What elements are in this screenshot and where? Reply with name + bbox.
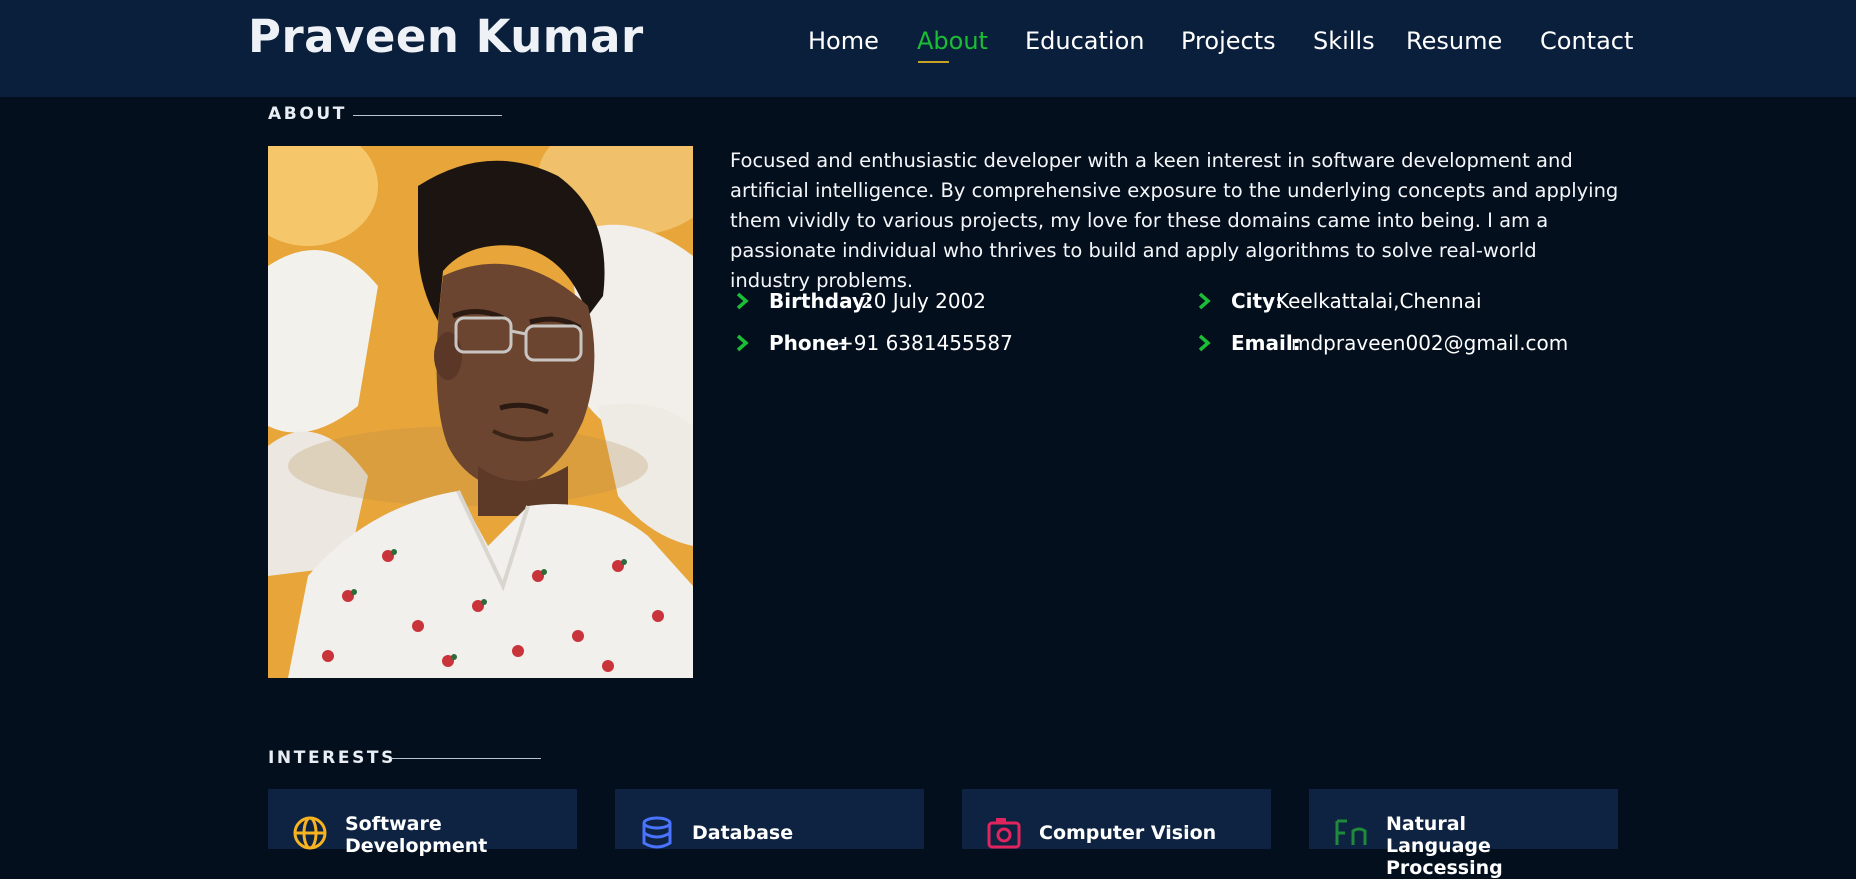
birthday-label: Birthday: xyxy=(769,289,873,313)
interest-label: Computer Vision xyxy=(1039,822,1217,844)
profile-photo xyxy=(268,146,693,678)
chevron-right-icon xyxy=(1198,292,1211,310)
top-navbar: Praveen Kumar Home About Education Proje… xyxy=(0,0,1856,97)
nav-skills[interactable]: Skills xyxy=(1313,22,1375,60)
nav-about[interactable]: About xyxy=(917,22,988,60)
interest-card-software-development[interactable]: Software Development xyxy=(268,789,577,857)
nav-projects[interactable]: Projects xyxy=(1181,22,1276,60)
globe-icon xyxy=(293,816,327,850)
camera-icon xyxy=(987,818,1021,849)
nav-education[interactable]: Education xyxy=(1025,22,1144,60)
profile-photo-illustration xyxy=(268,146,693,678)
chevron-right-icon xyxy=(1198,334,1211,352)
about-section-title: ABOUT xyxy=(268,104,347,124)
chevron-right-icon xyxy=(736,292,749,310)
email-value: mdpraveen002@gmail.com xyxy=(1291,331,1569,355)
active-nav-underline xyxy=(918,61,949,63)
interest-card-natural-language-processing[interactable]: Natural Language Processing xyxy=(1309,789,1618,879)
interests-section-title: INTERESTS xyxy=(268,748,396,768)
chevron-right-icon xyxy=(736,334,749,352)
interests-title-divider xyxy=(391,758,541,759)
phone-value: +91 6381455587 xyxy=(837,331,1013,355)
site-logo-name[interactable]: Praveen Kumar xyxy=(248,8,644,66)
database-icon xyxy=(642,816,672,849)
interest-label: Natural Language Processing xyxy=(1386,813,1503,879)
interest-card-database[interactable]: Database xyxy=(615,789,924,849)
nav-resume[interactable]: Resume xyxy=(1406,22,1502,60)
phone-label: Phone: xyxy=(769,331,848,355)
nav-contact[interactable]: Contact xyxy=(1540,22,1633,60)
nav-home[interactable]: Home xyxy=(808,22,879,60)
about-bio: Focused and enthusiastic developer with … xyxy=(730,149,1619,292)
interest-label: Software Development xyxy=(345,813,488,857)
interest-label: Database xyxy=(692,822,794,844)
english-font-icon xyxy=(1335,819,1367,845)
about-title-divider xyxy=(353,115,502,116)
city-value: Keelkattalai,Chennai xyxy=(1276,289,1482,313)
interest-card-computer-vision[interactable]: Computer Vision xyxy=(962,789,1271,849)
birthday-value: 20 July 2002 xyxy=(861,289,987,313)
